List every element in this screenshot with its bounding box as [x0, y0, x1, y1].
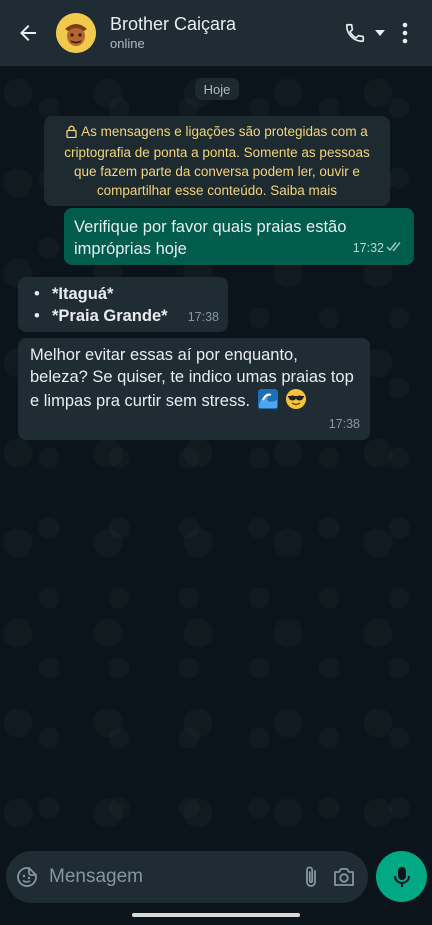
attach-button[interactable]: [294, 857, 327, 897]
camera-button[interactable]: [327, 857, 360, 897]
contact-info[interactable]: Brother Caiçara online: [110, 13, 340, 53]
more-options-button[interactable]: [390, 15, 420, 51]
contact-status: online: [110, 36, 145, 51]
gesture-nav-bar[interactable]: [132, 913, 300, 917]
sticker-emoji-icon: [16, 867, 37, 887]
message-time: 17:38: [187, 310, 219, 324]
sunglasses-emoji: [285, 388, 307, 410]
more-vert-icon: [402, 22, 408, 44]
camera-icon: [333, 868, 354, 886]
list-item: *Itaguá*: [34, 283, 218, 305]
microphone-icon: [393, 866, 410, 887]
message-input[interactable]: [43, 857, 294, 897]
avatar[interactable]: [56, 13, 96, 53]
call-button[interactable]: [340, 15, 370, 51]
message-time: 17:32: [352, 241, 384, 255]
contact-name: Brother Caiçara: [110, 14, 237, 34]
read-ticks-icon: [386, 236, 404, 258]
paperclip-icon: [305, 866, 316, 887]
outgoing-message[interactable]: Verifique por favor quais praias estão i…: [64, 208, 414, 265]
message-time: 17:38: [328, 417, 360, 431]
encryption-notice-text: As mensagens e ligações são protegidas c…: [64, 124, 370, 198]
lock-icon: [66, 124, 77, 143]
phone-icon: [345, 23, 365, 43]
incoming-message[interactable]: *Itaguá* *Praia Grande* 17:38: [18, 277, 228, 332]
compose-bar: [6, 851, 368, 903]
dropdown-caret-icon: [375, 30, 385, 36]
back-button[interactable]: [8, 13, 48, 53]
wave-emoji: [257, 388, 279, 410]
back-arrow-icon: [20, 25, 36, 41]
message-list[interactable]: Hoje As mensagens e ligações são protegi…: [0, 66, 432, 848]
incoming-message[interactable]: Melhor evitar essas aí por enquanto, bel…: [18, 338, 370, 440]
chat-header: Brother Caiçara online: [0, 0, 432, 66]
date-divider: Hoje: [195, 78, 239, 100]
emoji-button[interactable]: [10, 857, 43, 897]
encryption-notice[interactable]: As mensagens e ligações são protegidas c…: [44, 116, 390, 206]
call-dropdown[interactable]: [370, 15, 390, 51]
voice-message-button[interactable]: [376, 851, 427, 902]
